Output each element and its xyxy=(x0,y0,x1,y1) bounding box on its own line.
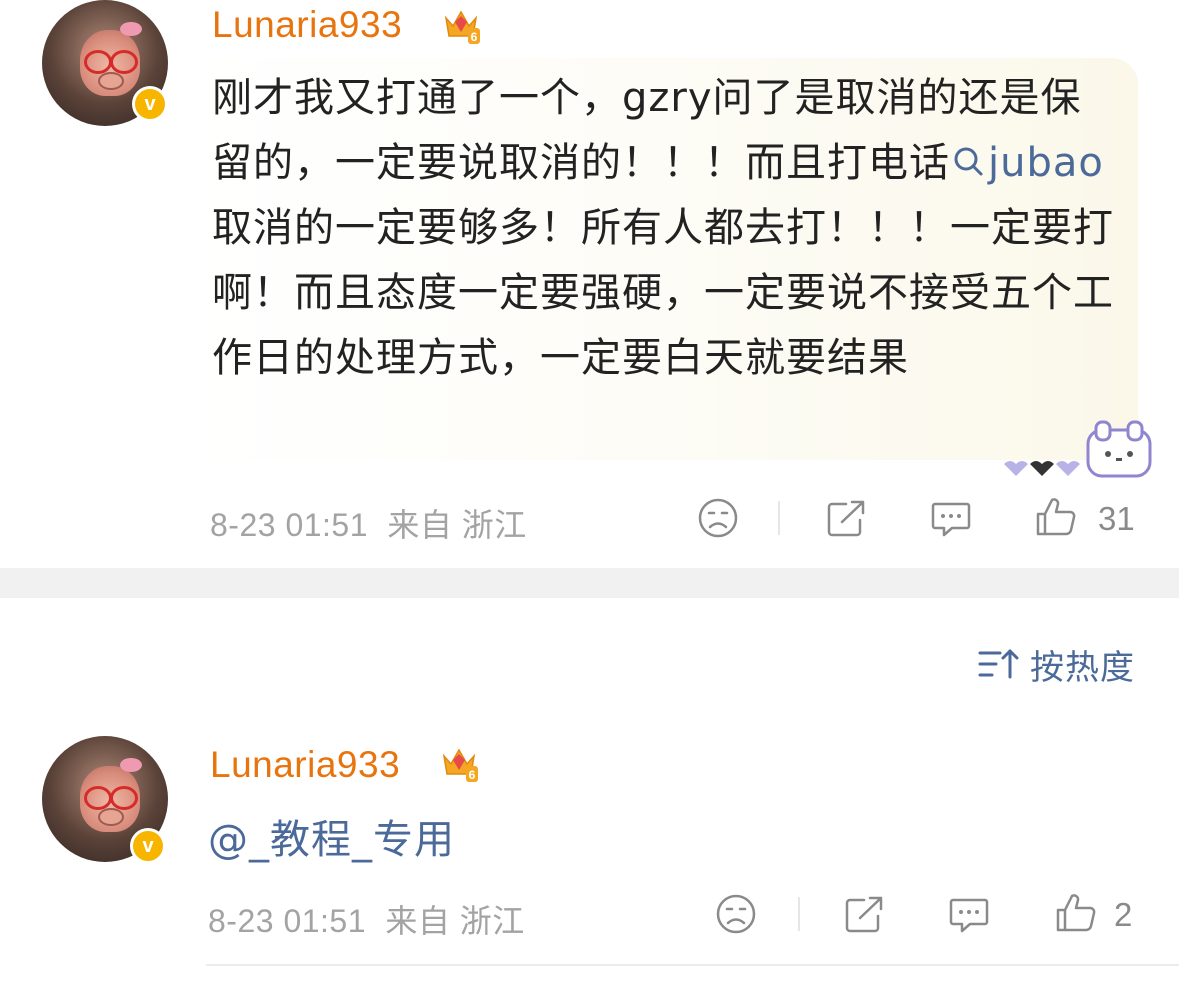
mention-link[interactable]: @_教程_专用 xyxy=(208,808,1118,873)
verified-badge-icon: v xyxy=(130,828,166,864)
timestamp: 8-23 01:51 xyxy=(210,507,369,543)
comment-meta: 8-23 01:51 来自 浙江 xyxy=(210,500,527,546)
location: 来自 浙江 xyxy=(387,507,527,543)
comment-text: 刚才我又打通了一个，gzry问了是取消的还是保留的，一定要说取消的！！！而且打电… xyxy=(212,75,1114,381)
vip-crown-icon[interactable]: 6 xyxy=(440,744,478,784)
sort-icon xyxy=(978,649,1019,679)
like-count: 31 xyxy=(1098,500,1135,537)
sort-label: 按热度 xyxy=(1030,647,1135,688)
bunny-sticker-icon xyxy=(1004,420,1152,478)
timestamp: 8-23 01:51 xyxy=(208,903,367,939)
location: 来自 浙江 xyxy=(385,903,525,939)
share-icon[interactable] xyxy=(826,498,868,538)
search-link[interactable]: jubao xyxy=(988,140,1104,186)
sort-button[interactable]: 按热度 xyxy=(978,642,1135,688)
svg-text:6: 6 xyxy=(471,30,478,44)
username[interactable]: Lunaria933 xyxy=(212,4,402,46)
like-count: 2 xyxy=(1114,896,1133,933)
vip-crown-icon[interactable]: 6 xyxy=(442,6,480,46)
bottom-divider xyxy=(206,964,1179,966)
share-icon[interactable] xyxy=(844,894,886,934)
action-separator xyxy=(798,897,800,931)
svg-text:6: 6 xyxy=(469,768,476,782)
action-separator xyxy=(778,501,780,535)
comment-item: v Lunaria933 6 刚才我又打通了一个，gzry问了是取消的还是保留的… xyxy=(0,0,1179,568)
comment-meta: 8-23 01:51 来自 浙江 xyxy=(208,896,525,942)
comment-icon[interactable] xyxy=(930,498,972,540)
like-thumb-icon[interactable] xyxy=(1034,496,1078,538)
verified-badge-icon: v xyxy=(132,86,168,122)
section-divider xyxy=(0,568,1179,598)
username[interactable]: Lunaria933 xyxy=(210,744,400,786)
like-thumb-icon[interactable] xyxy=(1054,892,1098,934)
dislike-face-icon[interactable] xyxy=(696,496,740,540)
dislike-face-icon[interactable] xyxy=(714,892,758,936)
comment-icon[interactable] xyxy=(948,894,990,936)
comment-item: v Lunaria933 6 @_教程_专用 8-23 01:51 来自 浙江 … xyxy=(0,736,1179,966)
search-icon xyxy=(954,147,983,176)
